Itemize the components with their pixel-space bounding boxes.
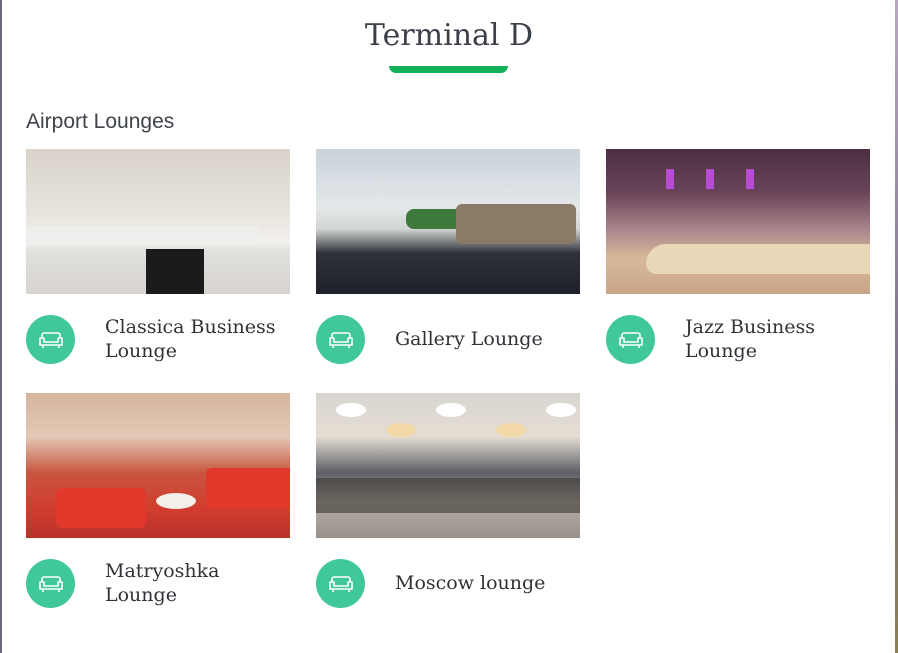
- lounge-name[interactable]: Matryoshka Lounge: [105, 557, 290, 609]
- sofa-icon: [606, 315, 655, 364]
- page-title: Terminal D: [364, 18, 534, 53]
- window-edge-left: [0, 0, 2, 653]
- lounge-photo[interactable]: [26, 149, 290, 294]
- sofa-icon: [26, 559, 75, 608]
- title-underline: [389, 66, 508, 73]
- lounge-card[interactable]: Moscow lounge: [316, 393, 580, 627]
- lounge-name[interactable]: Classica Business Lounge: [105, 313, 290, 365]
- lounge-card[interactable]: Matryoshka Lounge: [26, 393, 290, 627]
- sofa-icon: [26, 315, 75, 364]
- lounge-name[interactable]: Jazz Business Lounge: [685, 313, 870, 365]
- section-heading: Airport Lounges: [26, 110, 175, 133]
- lounge-photo[interactable]: [606, 149, 870, 294]
- lounge-photo[interactable]: [316, 149, 580, 294]
- lounge-photo[interactable]: [26, 393, 290, 538]
- lounge-card[interactable]: Jazz Business Lounge: [606, 149, 870, 383]
- lounge-card[interactable]: Classica Business Lounge: [26, 149, 290, 383]
- lounge-card[interactable]: Gallery Lounge: [316, 149, 580, 383]
- sofa-icon: [316, 559, 365, 608]
- lounge-name[interactable]: Moscow lounge: [395, 557, 580, 609]
- lounge-photo[interactable]: [316, 393, 580, 538]
- lounge-name[interactable]: Gallery Lounge: [395, 313, 580, 365]
- sofa-icon: [316, 315, 365, 364]
